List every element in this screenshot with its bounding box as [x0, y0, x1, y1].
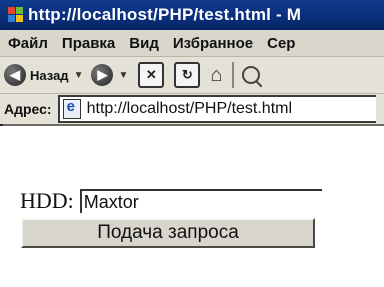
- toolbar-separator: [232, 62, 235, 88]
- back-button[interactable]: ◀ Назад ▼: [4, 64, 83, 86]
- page-icon: [62, 98, 81, 119]
- search-icon[interactable]: [242, 66, 261, 84]
- forward-button[interactable]: ▶: [91, 64, 114, 86]
- menu-view[interactable]: Вид: [129, 35, 159, 52]
- menu-tools[interactable]: Сер: [267, 35, 295, 52]
- browser-window: http://localhost/PHP/test.html - M Файл …: [0, 0, 384, 287]
- window-title: http://localhost/PHP/test.html - M: [28, 5, 302, 24]
- hdd-label: HDD:: [20, 188, 74, 213]
- menu-file[interactable]: Файл: [8, 35, 48, 52]
- stop-button[interactable]: ✕: [138, 62, 165, 88]
- menu-bar: Файл Правка Вид Избранное Сер: [0, 30, 384, 57]
- toolbar: ◀ Назад ▼ ▶ ▼ ✕ ↻ ⌂: [0, 57, 384, 94]
- address-url[interactable]: http://localhost/PHP/test.html: [87, 100, 292, 118]
- forward-dropdown-icon[interactable]: ▼: [118, 70, 128, 81]
- back-dropdown-icon[interactable]: ▼: [74, 70, 84, 81]
- home-button[interactable]: ⌂: [210, 64, 222, 87]
- refresh-button[interactable]: ↻: [174, 62, 201, 88]
- address-bar: Адрес: http://localhost/PHP/test.html: [0, 94, 384, 126]
- submit-button[interactable]: Подача запроса: [21, 218, 315, 248]
- address-field[interactable]: http://localhost/PHP/test.html: [57, 95, 376, 123]
- ie-app-icon: [8, 7, 24, 23]
- back-label: Назад: [30, 67, 69, 83]
- menu-favorites[interactable]: Избранное: [173, 35, 253, 52]
- hdd-row: HDD:: [20, 188, 322, 214]
- menu-edit[interactable]: Правка: [62, 35, 115, 52]
- hdd-input[interactable]: [79, 189, 322, 213]
- page-content: HDD: Подача запроса: [0, 126, 384, 287]
- title-bar: http://localhost/PHP/test.html - M: [0, 0, 384, 30]
- back-arrow-icon: ◀: [4, 64, 26, 86]
- address-label: Адрес:: [4, 101, 52, 117]
